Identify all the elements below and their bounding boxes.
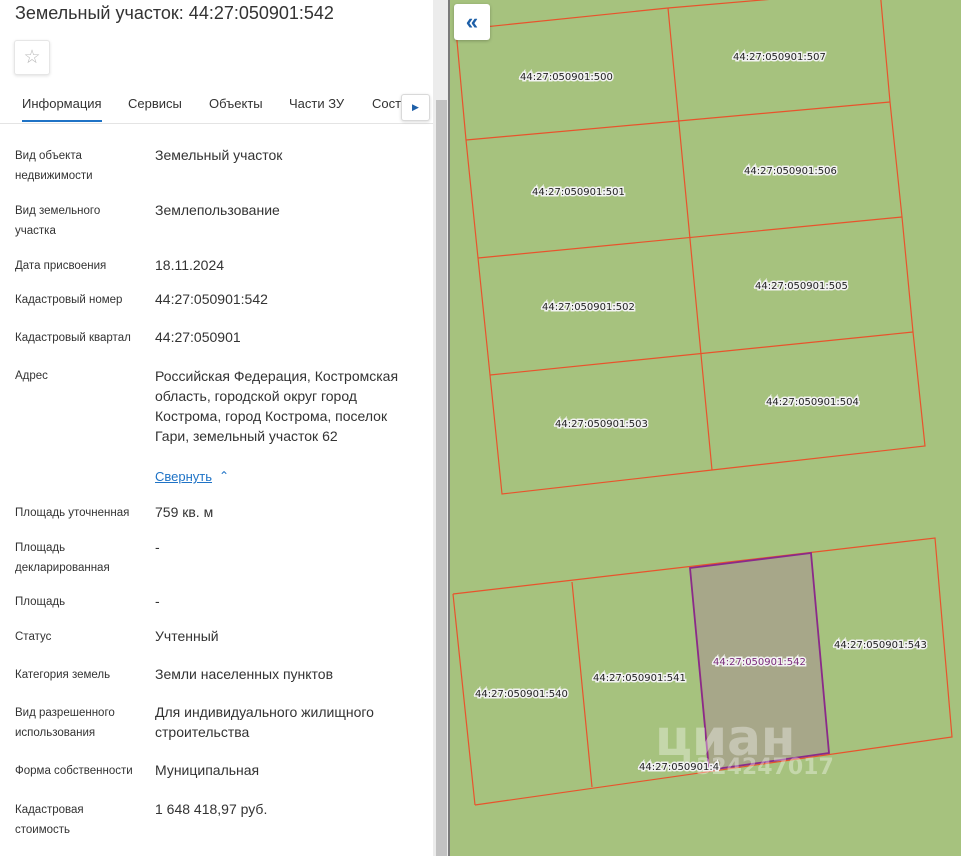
- field-value-area-refined: 759 кв. м: [155, 504, 214, 520]
- field-value-date: 18.11.2024: [155, 257, 225, 273]
- star-icon: ☆: [23, 47, 41, 68]
- parcel-label: 44:27:050901:506: [744, 166, 837, 177]
- field-label-land-category: Категория земель: [15, 669, 111, 681]
- parcel-label: 44:27:050901:500: [520, 72, 613, 83]
- field-label-date: Дата присвоения: [15, 260, 107, 272]
- parcel-label: 44:27:050901:541: [593, 673, 686, 684]
- field-value-cadastral-number: 44:27:050901:542: [155, 291, 268, 307]
- tab-info[interactable]: Информация: [22, 96, 102, 122]
- field-value-land-category: Земли населенных пунктов: [155, 666, 334, 682]
- field-value-ownership: Муниципальная: [155, 762, 260, 778]
- parcel-label: 44:27:050901:503: [555, 419, 648, 430]
- tabs-next-button[interactable]: ▶: [401, 94, 430, 121]
- page-title: Земельный участок: 44:27:050901:542: [15, 3, 334, 23]
- field-value-land-type: Землепользование: [155, 202, 280, 218]
- chevron-right-icon: ▶: [412, 102, 419, 112]
- field-label-area: Площадь: [15, 596, 66, 608]
- field-label-cadastral-number: Кадастровый номер: [15, 294, 123, 306]
- parcel-label: 44:27:050901:501: [532, 187, 625, 198]
- chevron-up-icon[interactable]: ⌃: [219, 469, 229, 483]
- field-label-cadastral-block: Кадастровый квартал: [15, 332, 131, 344]
- field-value-cadastral-block: 44:27:050901: [155, 329, 241, 345]
- field-label-land-type: Вид земельного участка: [15, 205, 101, 237]
- field-value-cadastral-value: 1 648 418,97 руб.: [155, 801, 268, 817]
- favorite-button[interactable]: ☆: [14, 40, 50, 75]
- info-panel: Земельный участок: 44:27:050901:542 ☆ Ин…: [0, 0, 433, 856]
- map-canvas: циан 324247017 44:27:050901:500 44:27:05…: [452, 0, 953, 806]
- collapse-link[interactable]: Свернуть: [155, 469, 212, 484]
- cadastral-map[interactable]: циан 324247017 44:27:050901:500 44:27:05…: [448, 0, 961, 856]
- field-value-area-declared: -: [155, 539, 160, 555]
- collapse-panel-button[interactable]: «: [454, 4, 490, 40]
- field-label-object-type: Вид объекта недвижимости: [15, 150, 93, 182]
- parcel-label: 44:27:050901:540: [475, 689, 568, 700]
- field-label-status: Статус: [15, 631, 52, 643]
- field-value-address: Российская Федерация, Костромская област…: [155, 368, 399, 444]
- tab-parts[interactable]: Части ЗУ: [289, 96, 344, 111]
- parcel-label: 44:27:050901:505: [755, 281, 848, 292]
- parcel-label: 44:27:050901:543: [834, 640, 927, 651]
- field-value-object-type: Земельный участок: [155, 147, 283, 163]
- field-label-area-refined: Площадь уточненная: [15, 507, 130, 519]
- field-label-permitted-use: Вид разрешенного использования: [15, 707, 115, 739]
- parcel-label-selected: 44:27:050901:542: [713, 657, 806, 668]
- tab-bar: Информация Сервисы Объекты Части ЗУ Сост…: [0, 85, 433, 124]
- parcel-label: 44:27:050901:507: [733, 52, 826, 63]
- field-label-area-declared: Площадь декларированная: [15, 542, 110, 574]
- field-label-cadastral-value: Кадастровая стоимость: [15, 804, 84, 836]
- parcel-label: 44:27:050901:4: [639, 762, 719, 773]
- map-divider: [448, 0, 450, 856]
- field-value-status: Учтенный: [155, 628, 219, 644]
- field-value-area: -: [155, 593, 160, 609]
- field-label-address: Адрес: [15, 370, 48, 382]
- double-chevron-left-icon: «: [465, 9, 479, 34]
- scrollbar-thumb[interactable]: [436, 100, 447, 856]
- field-value-permitted-use: Для индивидуального жилищного строительс…: [155, 704, 374, 740]
- tab-services[interactable]: Сервисы: [128, 96, 182, 111]
- tab-objects[interactable]: Объекты: [209, 96, 263, 111]
- parcel-label: 44:27:050901:504: [766, 397, 859, 408]
- parcel-label: 44:27:050901:502: [542, 302, 635, 313]
- field-label-ownership: Форма собственности: [15, 765, 133, 777]
